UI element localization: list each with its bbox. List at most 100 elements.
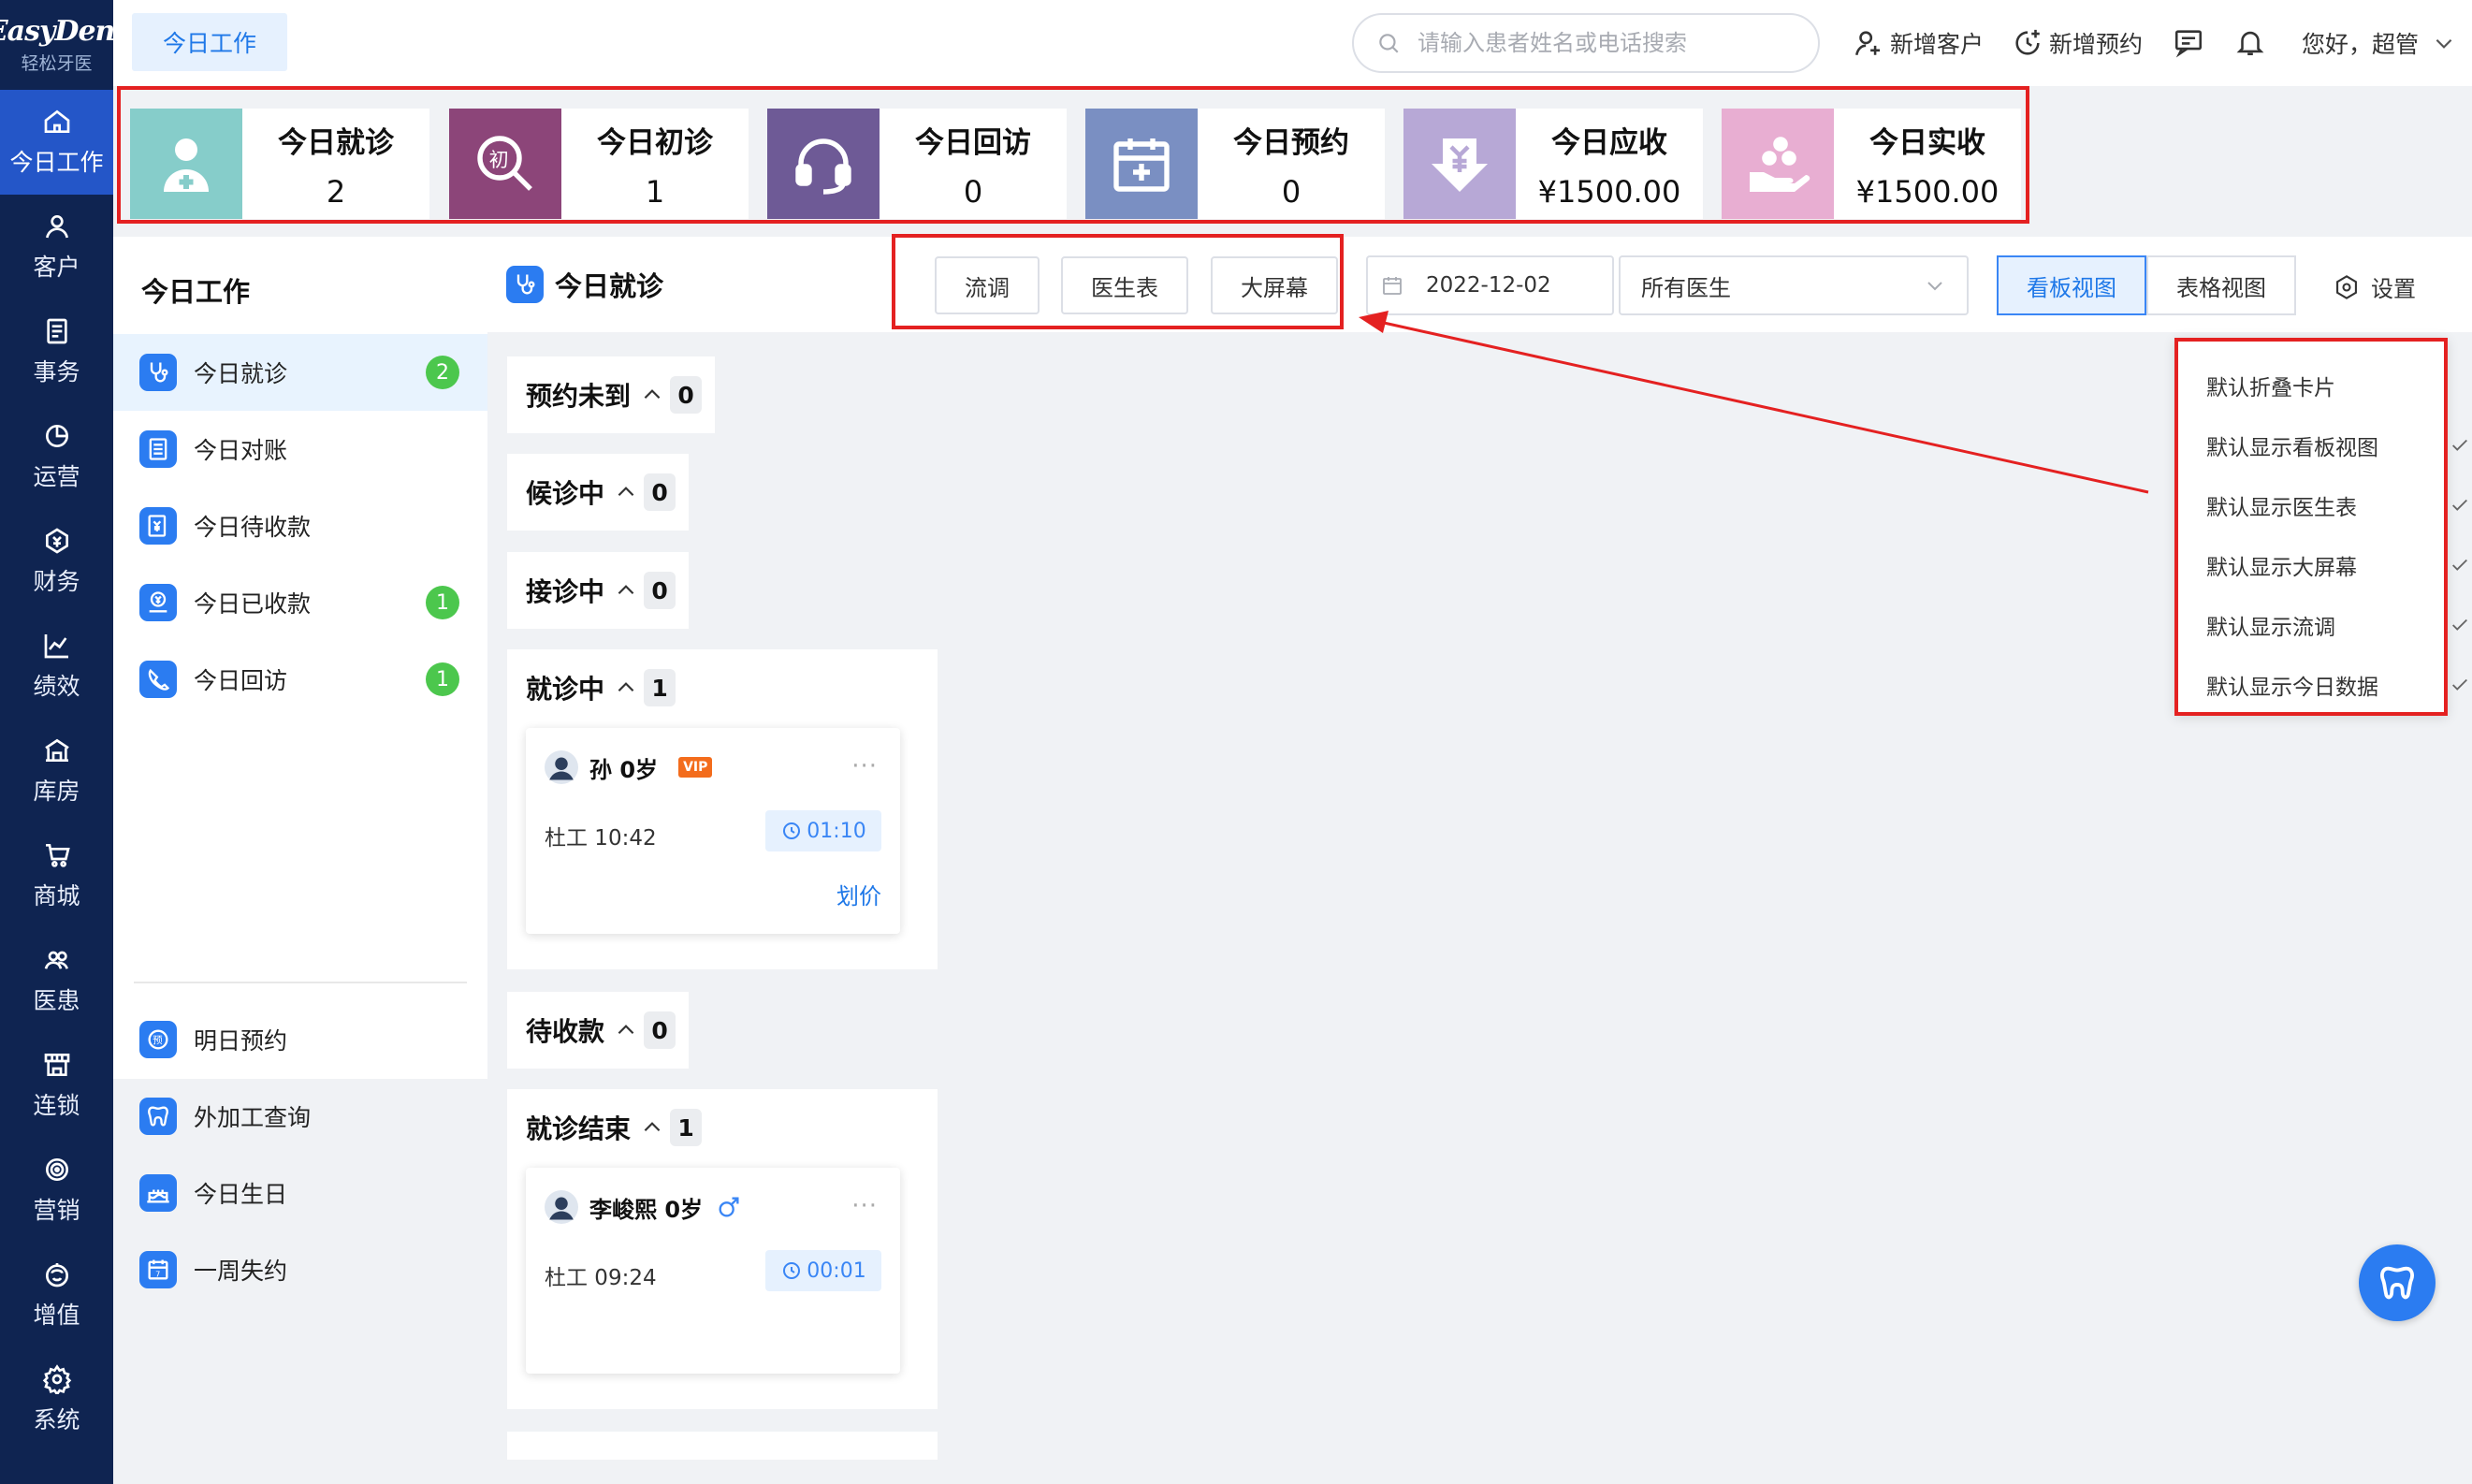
submenu-item-today-visits[interactable]: 今日就诊 2: [113, 334, 487, 411]
icon-bg: [139, 584, 177, 621]
male-icon: [719, 1197, 739, 1217]
submenu-item-pending-payment[interactable]: 今日待收款: [113, 487, 487, 564]
add-clock-icon: [2015, 29, 2040, 55]
nav-item-label: 客户: [33, 254, 80, 281]
cart-icon: [45, 844, 70, 867]
add-appointment-button[interactable]: 新增预约: [2012, 26, 2143, 60]
column-title: 接诊中: [526, 576, 605, 607]
column-header-pending-payment[interactable]: 待收款 0: [507, 992, 690, 1069]
count-badge: 1: [426, 586, 459, 619]
nav-item-system[interactable]: 系统: [0, 1347, 113, 1452]
date-picker[interactable]: 2022-12-02: [1366, 255, 1614, 315]
column-title: 就诊结束: [526, 1113, 632, 1144]
count-badge: 2: [426, 356, 459, 389]
nav-item-chain[interactable]: 连锁: [0, 1033, 113, 1138]
patient-card[interactable]: 孙 0岁 VIP ··· 杜工 10:42 01:10 划价: [526, 728, 900, 934]
icon-bg: [139, 1174, 177, 1212]
column-count: 0: [644, 473, 676, 511]
vip-badge: VIP: [678, 757, 713, 778]
nav-item-mall[interactable]: 商城: [0, 823, 113, 928]
bell-icon[interactable]: [2234, 26, 2266, 58]
column-header-in-treatment[interactable]: 就诊中 1: [507, 649, 690, 726]
table-view-button[interactable]: 表格视图: [2146, 255, 2296, 315]
more-icon[interactable]: ···: [851, 752, 878, 780]
add-customer-button[interactable]: 新增客户: [1853, 26, 1984, 60]
settings-button[interactable]: 设置: [2334, 270, 2416, 303]
nav-item-label: 绩效: [33, 673, 80, 700]
settings-icon: [2336, 274, 2357, 299]
ledger-icon: [149, 438, 167, 460]
target-icon: [45, 1158, 68, 1181]
patient-name: 李峻熙 0岁: [589, 1196, 704, 1223]
logo: EasyDent 轻松牙医: [0, 0, 127, 90]
nav-item-customer[interactable]: 客户: [0, 195, 113, 299]
task-icon: [46, 318, 67, 344]
submenu-label: 明日预约: [194, 1027, 288, 1055]
top-bar: 今日工作 新增客户 新增预约 您好，超管: [113, 0, 2472, 86]
annotation-box-dropdown: [2174, 338, 2448, 716]
submenu-item-received-payment[interactable]: 今日已收款 1: [113, 564, 487, 641]
icon-bg: 7: [139, 1251, 177, 1288]
nav-item-label: 医患: [33, 987, 80, 1014]
nav-item-label: 商城: [33, 882, 80, 909]
finance-icon: [45, 528, 68, 554]
column-count: 0: [670, 376, 703, 414]
column-title: 就诊中: [526, 674, 605, 705]
nav-item-operations[interactable]: 运营: [0, 404, 113, 509]
submenu-label: 今日待收款: [194, 514, 312, 541]
nav-item-label: 事务: [33, 358, 80, 386]
nav-item-performance[interactable]: 绩效: [0, 614, 113, 719]
icon-bg: [139, 1098, 177, 1135]
search-box[interactable]: [1352, 13, 1820, 73]
stethoscope-icon: [516, 274, 535, 295]
column-header-not-arrived[interactable]: 预约未到 0: [507, 356, 716, 433]
submenu-item-week-missed[interactable]: 7 一周失约: [113, 1231, 487, 1308]
followup-icon: [148, 668, 170, 691]
nav-item-label: 运营: [33, 463, 80, 490]
submenu-item-external-processing[interactable]: 外加工查询: [113, 1078, 487, 1155]
floating-tooth-button[interactable]: [2359, 1244, 2436, 1321]
gift-icon: [45, 1263, 68, 1288]
submenu-divider: [134, 982, 467, 983]
main-nav: EasyDent 轻松牙医 今日工作 客户 事务 运营 财务 绩效 库房 商城 …: [0, 0, 127, 1484]
logo-text: EasyDent: [0, 15, 127, 48]
add-customer-label: 新增客户: [1890, 31, 1985, 58]
search-input[interactable]: [1418, 30, 1792, 56]
column-header-finished[interactable]: 就诊结束 1: [507, 1089, 716, 1166]
nav-item-label: 连锁: [33, 1092, 80, 1119]
submenu-item-reconciliation[interactable]: 今日对账: [113, 411, 487, 487]
kanban-view-button[interactable]: 看板视图: [1997, 255, 2146, 315]
nav-item-marketing[interactable]: 营销: [0, 1138, 113, 1243]
received-payment-icon: [149, 591, 167, 613]
pricing-link[interactable]: 划价: [836, 878, 881, 910]
tooth-icon: [2380, 1266, 2414, 1300]
nav-item-finance[interactable]: 财务: [0, 509, 113, 614]
submenu-item-follow-up[interactable]: 今日回访 1: [113, 641, 487, 718]
chevron-down-icon: [1927, 282, 1942, 291]
svg-text:7: 7: [155, 1270, 160, 1279]
patient-card[interactable]: 李峻熙 0岁 ··· 杜工 09:24 00:01: [526, 1168, 900, 1374]
submenu-item-birthdays[interactable]: 今日生日: [113, 1155, 487, 1231]
tab-today-work[interactable]: 今日工作: [132, 13, 287, 71]
doctor-select[interactable]: 所有医生: [1619, 255, 1969, 315]
nav-item-today-work[interactable]: 今日工作: [0, 90, 113, 195]
stethoscope-icon: [150, 362, 168, 383]
user-menu[interactable]: 您好，超管: [2302, 26, 2462, 60]
nav-item-value-added[interactable]: 增值: [0, 1243, 113, 1347]
column-title: 待收款: [526, 1016, 605, 1047]
nav-item-warehouse[interactable]: 库房: [0, 719, 113, 823]
chevron-down-icon: [2436, 38, 2452, 49]
submenu-item-tomorrow-appointments[interactable]: 预 明日预约: [113, 1001, 487, 1078]
nav-item-affairs[interactable]: 事务: [0, 299, 113, 404]
column-header-waiting[interactable]: 候诊中 0: [507, 454, 690, 531]
page-title: 今日就诊: [506, 265, 663, 304]
icon-bg: [139, 661, 177, 698]
page-title-text: 今日就诊: [555, 270, 664, 302]
message-icon[interactable]: [2173, 26, 2204, 58]
more-icon[interactable]: ···: [851, 1192, 878, 1220]
column-title: 预约未到: [526, 381, 632, 412]
chevron-up-icon: [618, 487, 634, 497]
doctor-select-value: 所有医生: [1641, 274, 1731, 301]
nav-item-doctor-patient[interactable]: 医患: [0, 928, 113, 1033]
column-header-receiving[interactable]: 接诊中 0: [507, 552, 690, 629]
